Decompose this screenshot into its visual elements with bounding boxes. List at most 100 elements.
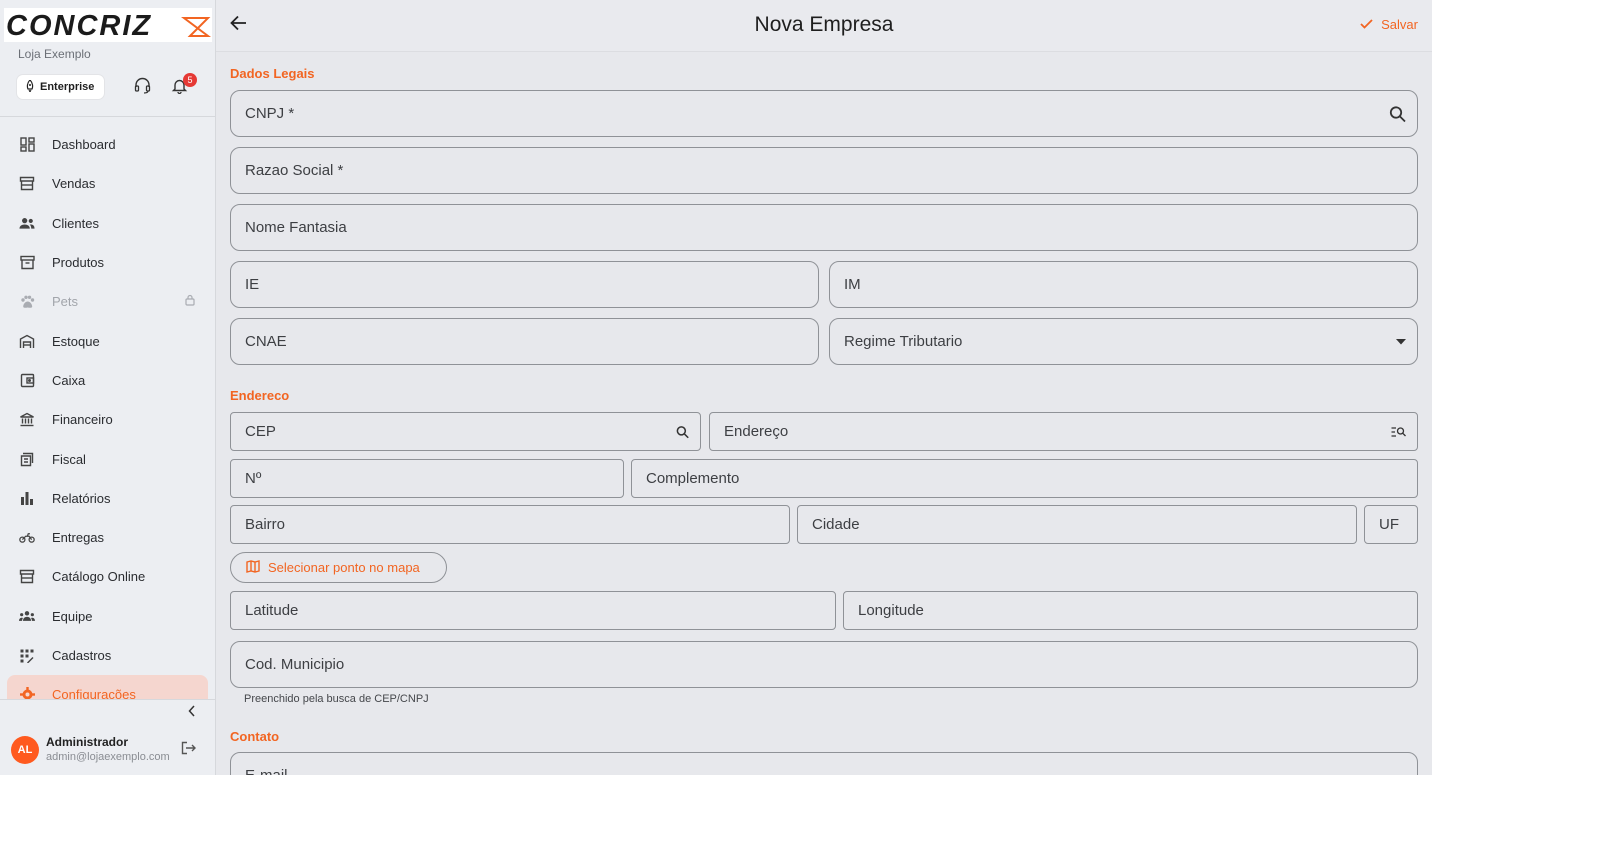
check-icon [1360,17,1373,32]
logo-wordmark: CONCRIZ [6,10,152,42]
logout-icon [181,741,196,759]
bairro-label: Bairro [245,516,286,533]
bar-chart-icon [19,490,35,506]
cep-label: CEP [245,423,276,440]
select-map-point-button[interactable]: Selecionar ponto no mapa [230,552,447,583]
page-title: Nova Empresa [754,13,894,36]
store-icon [19,569,35,585]
razao-social-field[interactable]: Razao Social * [230,147,1418,194]
complemento-label: Complemento [646,470,740,487]
sidebar-item-label: Produtos [52,255,105,271]
cod-municipio-field[interactable]: Cod. Municipio [230,641,1418,688]
sidebar-item-label: Estoque [52,333,100,349]
brand-logo: CONCRIZ [4,8,212,42]
user-email: admin@lojaexemplo.com [46,751,170,763]
dropdown-arrow-icon [1396,338,1406,345]
numero-label: Nº [245,470,262,487]
sidebar-item-estoque[interactable]: Estoque [0,321,215,360]
sidebar-item-caixa[interactable]: Caixa [0,361,215,400]
wallet-icon [19,372,35,388]
im-field[interactable]: IM [829,261,1418,308]
email-field[interactable]: E-mail [230,752,1418,775]
ie-field[interactable]: IE [230,261,819,308]
collapse-sidebar-button[interactable] [188,704,196,720]
warehouse-icon [19,333,35,349]
sidebar-item-label: Vendas [52,176,96,192]
section-title-legal: Dados Legais [230,66,315,81]
complemento-field[interactable]: Complemento [631,459,1418,498]
archive-icon [19,255,35,271]
email-label: E-mail [245,767,288,775]
sidebar-item-catalogo[interactable]: Catálogo Online [0,557,215,596]
sidebar-item-relatorios[interactable]: Relatórios [0,479,215,518]
sidebar: CONCRIZ Loja Exemplo Enterprise 5 Dashbo… [0,0,216,775]
notification-count-badge: 5 [183,73,197,87]
dashboard-icon [19,137,35,153]
latitude-label: Latitude [245,602,299,619]
cep-field[interactable]: CEP [230,412,701,451]
sidebar-item-financeiro[interactable]: Financeiro [0,400,215,439]
cnae-label: CNAE [245,333,287,350]
sidebar-item-label: Relatórios [52,490,111,506]
section-title-address: Endereco [230,388,290,403]
select-map-point-label: Selecionar ponto no mapa [268,560,420,575]
headset-icon [134,77,151,99]
save-label: Salvar [1381,17,1418,32]
longitude-label: Longitude [858,602,924,619]
cnae-field[interactable]: CNAE [230,318,819,365]
nome-fantasia-field[interactable]: Nome Fantasia [230,204,1418,251]
sidebar-item-entregas[interactable]: Entregas [0,518,215,557]
sidebar-item-produtos[interactable]: Produtos [0,243,215,282]
save-button[interactable]: Salvar [1360,17,1418,32]
avatar[interactable]: AL [11,736,39,764]
sidebar-item-configuracoes[interactable]: Configurações [7,675,208,700]
sidebar-item-label: Caixa [52,372,86,388]
support-button[interactable] [131,77,153,99]
store-name: Loja Exemplo [18,47,91,61]
im-label: IM [844,276,861,293]
manage-search-icon[interactable] [1391,426,1406,438]
sidebar-item-cadastros[interactable]: Cadastros [0,636,215,675]
razao-social-label: Razao Social * [245,162,344,179]
motorcycle-icon [19,530,35,546]
user-panel: AL Administrador admin@lojaexemplo.com [0,725,215,775]
sidebar-item-label: Equipe [52,608,93,624]
notifications-button[interactable]: 5 [168,73,197,99]
receipt-icon [19,451,35,467]
endereco-field[interactable]: Endereço [709,412,1418,451]
sidebar-item-dashboard[interactable]: Dashboard [0,125,215,164]
sidebar-item-label: Cadastros [52,648,112,663]
logout-button[interactable] [181,741,196,760]
uf-field[interactable]: UF [1364,505,1418,544]
numero-field[interactable]: Nº [230,459,624,498]
people-icon [19,215,35,231]
latitude-field[interactable]: Latitude [230,591,836,630]
ie-label: IE [245,276,260,293]
longitude-field[interactable]: Longitude [843,591,1418,630]
apps-icon [19,648,35,664]
bank-icon [19,412,35,428]
plan-label: Enterprise [40,81,95,93]
sidebar-item-pets[interactable]: Pets [0,282,215,321]
sidebar-item-fiscal[interactable]: Fiscal [0,439,215,478]
search-icon[interactable] [676,425,689,438]
sidebar-divider [0,116,215,117]
chevron-left-icon [188,704,196,720]
cnpj-field[interactable]: CNPJ * [230,90,1418,137]
endereco-label: Endereço [724,423,789,440]
sidebar-item-label: Pets [52,294,79,310]
sidebar-item-equipe[interactable]: Equipe [0,597,215,636]
sidebar-item-clientes[interactable]: Clientes [0,204,215,243]
uf-label: UF [1379,516,1399,533]
lock-icon [185,294,195,309]
bairro-field[interactable]: Bairro [230,505,790,544]
cidade-field[interactable]: Cidade [797,505,1357,544]
storefront-icon [19,176,35,192]
sidebar-nav: Dashboard Vendas Clientes Produtos Pets [0,125,215,700]
search-icon[interactable] [1389,105,1406,122]
regime-tributario-select[interactable]: Regime Tributario [829,318,1418,365]
sidebar-item-vendas[interactable]: Vendas [0,164,215,203]
cod-municipio-helper-text: Preenchido pela busca de CEP/CNPJ [244,693,429,705]
plan-badge[interactable]: Enterprise [17,75,105,99]
cod-municipio-label: Cod. Municipio [245,656,345,673]
